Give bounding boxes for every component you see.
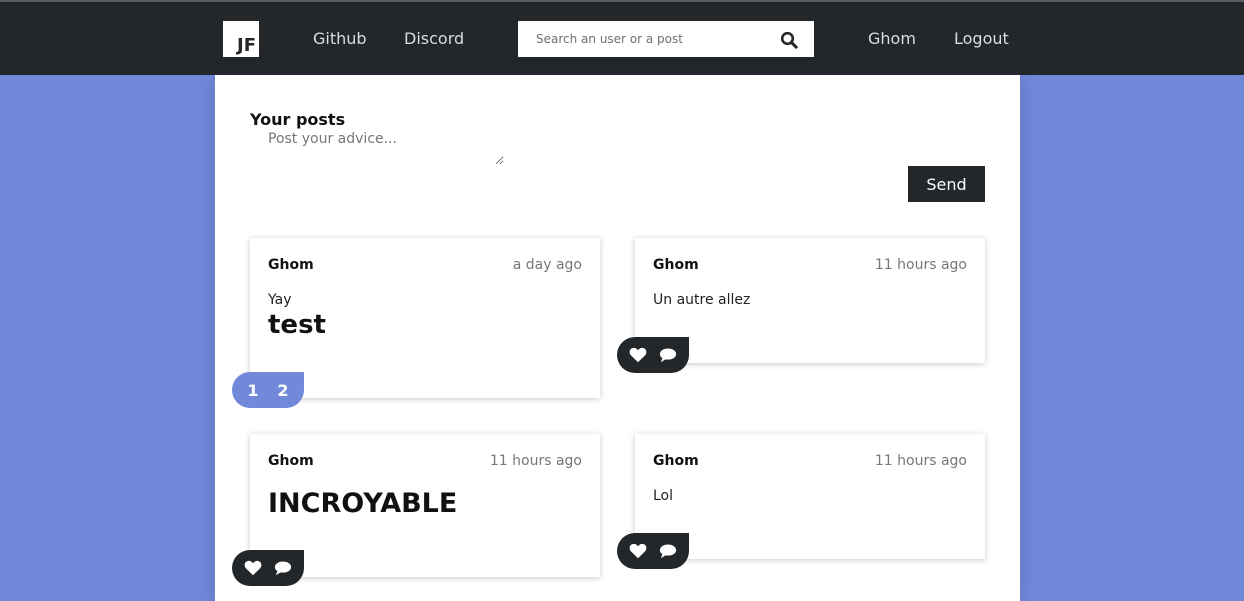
post-actions	[617, 533, 689, 569]
logout-link[interactable]: Logout	[954, 28, 1009, 50]
post-author[interactable]: Ghom	[268, 453, 314, 469]
post-author[interactable]: Ghom	[653, 453, 699, 469]
comment-icon[interactable]	[659, 542, 677, 560]
post-actions	[617, 337, 689, 373]
post-heading: INCROYABLE	[268, 488, 458, 519]
nav-link-discord[interactable]: Discord	[404, 28, 464, 50]
heart-icon[interactable]	[629, 542, 647, 560]
post-time: 11 hours ago	[489, 453, 582, 469]
post-heading: test	[268, 310, 326, 340]
main-content: Your posts Send Ghom a day ago Yay test …	[215, 75, 1020, 601]
nav-link-github[interactable]: Github	[313, 28, 367, 50]
comment-icon[interactable]	[659, 346, 677, 364]
post-actions	[232, 550, 304, 586]
search-box	[518, 21, 814, 57]
post-author[interactable]: Ghom	[653, 257, 699, 273]
nav-user-profile[interactable]: Ghom	[868, 28, 916, 50]
post-text: Un autre allez	[653, 292, 751, 308]
comment-count[interactable]: 2	[277, 381, 288, 400]
section-title: Your posts	[250, 110, 346, 129]
search-input[interactable]	[518, 21, 768, 57]
post-author[interactable]: Ghom	[268, 257, 314, 273]
heart-icon[interactable]	[244, 559, 262, 577]
search-icon[interactable]	[780, 31, 798, 49]
logo[interactable]: JF	[223, 21, 259, 57]
heart-icon[interactable]	[629, 346, 647, 364]
post-actions: 1 2	[232, 372, 304, 408]
comment-icon[interactable]	[274, 559, 292, 577]
post-text: Lol	[653, 488, 674, 504]
post-time: 11 hours ago	[874, 453, 967, 469]
navbar: JF Github Discord Ghom Logout	[0, 2, 1244, 75]
like-count[interactable]: 1	[247, 381, 258, 400]
send-button[interactable]: Send	[908, 166, 985, 202]
post-textarea[interactable]	[250, 129, 504, 165]
post-time: a day ago	[512, 257, 582, 273]
post-text: Yay	[268, 292, 292, 308]
post-time: 11 hours ago	[874, 257, 967, 273]
